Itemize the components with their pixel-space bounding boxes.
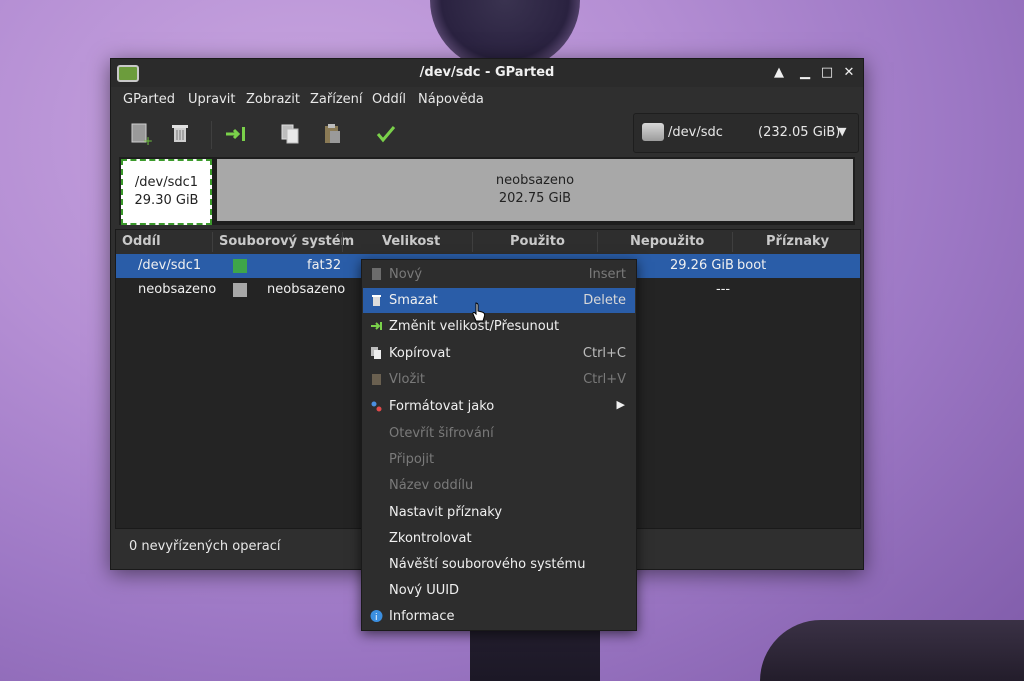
background-rock <box>760 620 1024 681</box>
menu-item-new: Nový Insert <box>363 262 635 287</box>
cell-filesystem: neobsazeno <box>267 282 346 297</box>
menu-oddil[interactable]: Oddíl <box>372 92 406 107</box>
menu-gparted[interactable]: GParted <box>123 92 175 107</box>
maximize-button[interactable]: □ <box>819 65 835 81</box>
menu-item-shortcut: Ctrl+V <box>583 372 626 387</box>
menu-item-format-as[interactable]: Formátovat jako ▶ <box>363 394 635 419</box>
menu-item-shortcut: Delete <box>583 293 626 308</box>
partition-map: /dev/sdc1 29.30 GiB neobsazeno 202.75 Gi… <box>119 157 855 225</box>
menu-item-shortcut: Insert <box>588 267 626 282</box>
column-header-used[interactable]: Použito <box>510 234 565 249</box>
menu-zarizeni[interactable]: Zařízení <box>310 92 363 107</box>
menu-item-label: Nastavit příznaky <box>389 505 503 520</box>
filesystem-color-swatch <box>233 283 247 297</box>
menu-item-information[interactable]: i Informace <box>363 604 635 629</box>
menu-item-new-uuid[interactable]: Nový UUID <box>363 578 635 603</box>
submenu-arrow-icon: ▶ <box>616 398 625 411</box>
table-header: Oddíl Souborový systém Velikost Použito … <box>116 230 860 255</box>
paste-icon <box>319 121 345 147</box>
format-icon <box>370 399 383 413</box>
menu-item-paste: Vložit Ctrl+V <box>363 367 635 392</box>
menu-item-label: Formátovat jako <box>389 399 495 414</box>
new-icon <box>370 267 383 281</box>
svg-text:i: i <box>375 613 378 623</box>
delete-icon[interactable] <box>167 121 193 147</box>
resize-icon <box>370 319 383 333</box>
menu-item-label-filesystem[interactable]: Návěští souborového systému <box>363 552 635 577</box>
menu-item-label: Zkontrolovat <box>389 531 472 546</box>
menu-item-label: Smazat <box>389 293 438 308</box>
mouse-cursor-icon <box>472 302 486 322</box>
menu-item-label: Nový UUID <box>389 583 460 598</box>
menu-item-label: Kopírovat <box>389 346 451 361</box>
partition-map-size: 29.30 GiB <box>134 193 199 208</box>
menu-item-shortcut: Ctrl+C <box>582 346 626 361</box>
filesystem-color-swatch <box>233 259 247 273</box>
device-name: /dev/sdc <box>668 125 723 140</box>
cell-partition: /dev/sdc1 <box>138 258 202 273</box>
titlebar: /dev/sdc - GParted ▲ ▁ □ ✕ <box>111 59 863 87</box>
menu-item-label: Název oddílu <box>389 478 474 493</box>
menu-item-open-encryption: Otevřít šifrování <box>363 421 635 446</box>
copy-icon[interactable] <box>277 121 303 147</box>
partition-map-size: 202.75 GiB <box>498 191 572 206</box>
info-icon: i <box>370 609 383 623</box>
toolbar-separator <box>211 121 212 149</box>
menu-item-label: Vložit <box>389 372 425 387</box>
cell-unused: 29.26 GiB <box>670 258 734 273</box>
new-partition-icon[interactable]: + <box>127 121 153 148</box>
cell-partition: neobsazeno <box>138 282 217 297</box>
column-header-filesystem[interactable]: Souborový systém <box>219 234 354 249</box>
menu-item-label: Otevřít šifrování <box>389 426 494 441</box>
column-header-size[interactable]: Velikost <box>382 234 440 249</box>
partition-map-name: neobsazeno <box>495 173 575 188</box>
context-menu: Nový Insert Smazat Delete Změnit velikos… <box>361 259 637 631</box>
menu-zobrazit[interactable]: Zobrazit <box>246 92 300 107</box>
menu-item-check[interactable]: Zkontrolovat <box>363 526 635 551</box>
partition-map-unallocated[interactable]: neobsazeno 202.75 GiB <box>217 159 853 221</box>
window-title: /dev/sdc - GParted <box>419 65 555 80</box>
menu-napoveda[interactable]: Nápověda <box>418 92 484 107</box>
partition-map-name: /dev/sdc1 <box>134 175 199 190</box>
menubar: GParted Upravit Zobrazit Zařízení Oddíl … <box>111 87 863 113</box>
pending-operations-status: 0 nevyřízených operací <box>129 539 281 554</box>
cell-flags: boot <box>737 258 767 273</box>
apply-icon[interactable] <box>373 121 399 147</box>
menu-item-label: Návěští souborového systému <box>389 557 586 572</box>
menu-item-resize-move[interactable]: Změnit velikost/Přesunout <box>363 314 635 339</box>
menu-item-label: Připojit <box>389 452 435 467</box>
minimize-button[interactable]: ▁ <box>797 65 813 81</box>
copy-icon <box>370 346 383 360</box>
cell-filesystem: fat32 <box>307 258 342 273</box>
menu-item-mount: Připojit <box>363 447 635 472</box>
column-header-unused[interactable]: Nepoužito <box>630 234 704 249</box>
resize-move-icon[interactable] <box>223 121 249 147</box>
column-separator <box>342 232 343 252</box>
menu-item-delete[interactable]: Smazat Delete <box>363 288 635 313</box>
menu-item-label: Nový <box>389 267 423 282</box>
device-size: (232.05 GiB) <box>758 125 841 140</box>
close-button[interactable]: ✕ <box>841 65 857 81</box>
partition-map-sdc1[interactable]: /dev/sdc1 29.30 GiB <box>121 159 212 225</box>
shade-button[interactable]: ▲ <box>771 65 787 81</box>
column-header-partition[interactable]: Oddíl <box>122 234 161 249</box>
column-separator <box>212 232 213 252</box>
column-separator <box>732 232 733 252</box>
column-separator <box>597 232 598 252</box>
menu-item-partition-name: Název oddílu <box>363 473 635 498</box>
delete-icon <box>370 293 383 307</box>
menu-item-label: Informace <box>389 609 455 624</box>
menu-item-manage-flags[interactable]: Nastavit příznaky <box>363 500 635 525</box>
device-selector[interactable]: /dev/sdc (232.05 GiB) ▼ <box>633 113 859 153</box>
menu-item-copy[interactable]: Kopírovat Ctrl+C <box>363 341 635 366</box>
column-header-flags[interactable]: Příznaky <box>766 234 829 249</box>
cell-unused: --- <box>716 282 731 297</box>
menu-upravit[interactable]: Upravit <box>188 92 235 107</box>
paste-icon <box>370 372 383 386</box>
harddisk-icon <box>642 123 664 141</box>
svg-text:+: + <box>143 134 153 147</box>
chevron-down-icon: ▼ <box>838 125 847 138</box>
column-separator <box>472 232 473 252</box>
